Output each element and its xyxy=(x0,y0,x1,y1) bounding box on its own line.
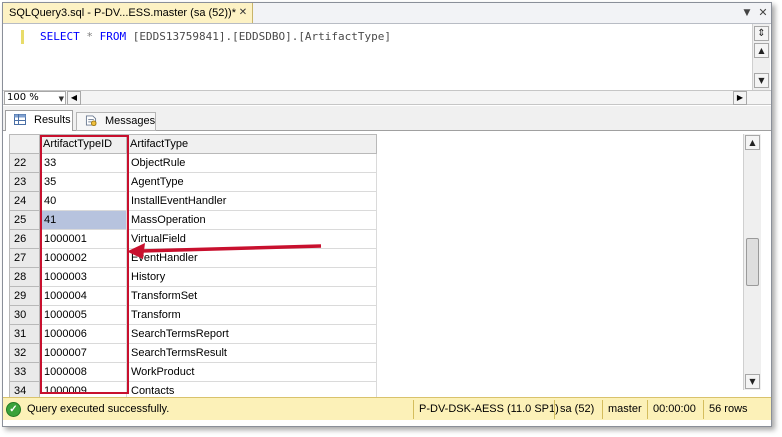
results-grid[interactable]: ArtifactTypeID ArtifactType 22 33 Object… xyxy=(3,131,771,401)
results-tab-strip: Results Messages xyxy=(3,106,771,131)
tab-results[interactable]: Results xyxy=(5,110,73,131)
query-window: SQLQuery3.sql - P-DV...ESS.master (sa (5… xyxy=(2,2,772,427)
divider xyxy=(602,400,603,419)
scroll-left-icon[interactable]: ◀ xyxy=(67,91,81,105)
zoom-select[interactable]: 100 % ▼ xyxy=(4,91,66,105)
sql-star: * xyxy=(86,30,93,43)
cell-artifacttype[interactable]: SearchTermsResult xyxy=(126,343,377,363)
document-tab-bar: SQLQuery3.sql - P-DV...ESS.master (sa (5… xyxy=(3,3,771,23)
messages-icon xyxy=(85,115,97,126)
table-row[interactable]: 25 41 MassOperation xyxy=(9,210,377,230)
row-number[interactable]: 32 xyxy=(9,343,40,363)
row-number[interactable]: 31 xyxy=(9,324,40,344)
cell-artifacttype[interactable]: WorkProduct xyxy=(126,362,377,382)
row-number[interactable]: 30 xyxy=(9,305,40,325)
sql-from-keyword: FROM xyxy=(99,30,127,43)
row-number[interactable]: 22 xyxy=(9,153,40,173)
column-header-artifacttypeid[interactable]: ArtifactTypeID xyxy=(39,134,127,154)
row-number[interactable]: 27 xyxy=(9,248,40,268)
table-row[interactable]: 28 1000003 History xyxy=(9,267,377,287)
success-icon: ✓ xyxy=(6,402,21,417)
cell-artifacttypeid[interactable]: 1000005 xyxy=(39,305,127,325)
tab-results-label: Results xyxy=(34,114,71,126)
status-server: P-DV-DSK-AESS (11.0 SP1) xyxy=(419,403,559,415)
zoom-bar: 100 % ▼ ◀ ▶ xyxy=(3,90,771,105)
close-icon[interactable]: ✕ xyxy=(237,6,249,19)
cell-artifacttype[interactable]: Transform xyxy=(126,305,377,325)
status-elapsed: 00:00:00 xyxy=(653,403,696,415)
query-tab-title: SQLQuery3.sql - P-DV...ESS.master (sa (5… xyxy=(9,7,236,19)
cell-artifacttypeid[interactable]: 1000004 xyxy=(39,286,127,306)
cell-artifacttypeid[interactable]: 33 xyxy=(39,153,127,173)
table-row[interactable]: 33 1000008 WorkProduct xyxy=(9,362,377,382)
row-number[interactable]: 28 xyxy=(9,267,40,287)
table-row[interactable]: 32 1000007 SearchTermsResult xyxy=(9,343,377,363)
sql-select-keyword: SELECT xyxy=(40,30,80,43)
scroll-thumb[interactable] xyxy=(746,238,759,286)
cell-artifacttypeid[interactable]: 1000007 xyxy=(39,343,127,363)
change-marker xyxy=(21,30,24,44)
status-row-count: 56 rows xyxy=(709,403,748,415)
row-number[interactable]: 33 xyxy=(9,362,40,382)
split-icon[interactable]: ⇕ xyxy=(754,26,769,41)
sql-text[interactable]: SELECT * FROM [EDDS13759841].[EDDSDBO].[… xyxy=(40,30,391,44)
tab-dropdown-icon[interactable]: ▼ xyxy=(741,7,753,19)
scroll-up-icon[interactable]: ▲ xyxy=(745,135,760,150)
table-row[interactable]: 23 35 AgentType xyxy=(9,172,377,192)
scroll-up-icon[interactable]: ▲ xyxy=(754,43,769,58)
cell-artifacttype[interactable]: SearchTermsReport xyxy=(126,324,377,344)
tab-messages[interactable]: Messages xyxy=(76,112,156,131)
editor-vertical-scrollbar[interactable]: ⇕ ▲ ▼ xyxy=(752,24,770,90)
results-table[interactable]: ArtifactTypeID ArtifactType 22 33 Object… xyxy=(9,134,377,401)
grid-icon xyxy=(14,114,26,125)
divider xyxy=(647,400,648,419)
table-row[interactable]: 22 33 ObjectRule xyxy=(9,153,377,173)
cell-artifacttype[interactable]: TransformSet xyxy=(126,286,377,306)
divider xyxy=(554,400,555,419)
scroll-down-icon[interactable]: ▼ xyxy=(745,374,760,389)
table-row[interactable]: 29 1000004 TransformSet xyxy=(9,286,377,306)
cell-artifacttypeid[interactable]: 40 xyxy=(39,191,127,211)
row-number-header[interactable] xyxy=(9,134,40,154)
scroll-down-icon[interactable]: ▼ xyxy=(754,73,769,88)
row-number[interactable]: 25 xyxy=(9,210,40,230)
row-number[interactable]: 29 xyxy=(9,286,40,306)
cell-artifacttypeid[interactable]: 1000002 xyxy=(39,248,127,268)
status-database: master xyxy=(608,403,642,415)
status-message: Query executed successfully. xyxy=(27,403,170,415)
cell-artifacttype[interactable]: AgentType xyxy=(126,172,377,192)
cell-artifacttypeid[interactable]: 35 xyxy=(39,172,127,192)
cell-artifacttype[interactable]: MassOperation xyxy=(126,210,377,230)
arrow-annotation xyxy=(127,243,322,259)
cell-artifacttypeid[interactable]: 1000001 xyxy=(39,229,127,249)
scroll-right-icon[interactable]: ▶ xyxy=(733,91,747,105)
sql-editor[interactable]: SELECT * FROM [EDDS13759841].[EDDSDBO].[… xyxy=(3,23,771,90)
row-number[interactable]: 23 xyxy=(9,172,40,192)
divider xyxy=(703,400,704,419)
table-row[interactable]: 31 1000006 SearchTermsReport xyxy=(9,324,377,344)
cell-artifacttypeid[interactable]: 1000006 xyxy=(39,324,127,344)
column-header-artifacttype[interactable]: ArtifactType xyxy=(126,134,377,154)
chevron-down-icon: ▼ xyxy=(58,95,64,103)
table-row[interactable]: 24 40 InstallEventHandler xyxy=(9,191,377,211)
zoom-value: 100 % xyxy=(7,92,39,103)
divider xyxy=(413,400,414,419)
row-number[interactable]: 24 xyxy=(9,191,40,211)
status-user: sa (52) xyxy=(560,403,595,415)
grid-header-row: ArtifactTypeID ArtifactType xyxy=(9,134,377,154)
sql-table-reference: [EDDS13759841].[EDDSDBO].[ArtifactType] xyxy=(132,30,392,43)
query-document-tab[interactable]: SQLQuery3.sql - P-DV...ESS.master (sa (5… xyxy=(3,3,253,23)
row-number[interactable]: 26 xyxy=(9,229,40,249)
cell-artifacttype[interactable]: History xyxy=(126,267,377,287)
grid-vertical-scrollbar[interactable]: ▲ ▼ xyxy=(743,134,761,390)
window-close-icon[interactable]: ✕ xyxy=(757,6,769,19)
status-bar: ✓ Query executed successfully. P-DV-DSK-… xyxy=(3,397,771,420)
table-row[interactable]: 30 1000005 Transform xyxy=(9,305,377,325)
cell-artifacttype[interactable]: ObjectRule xyxy=(126,153,377,173)
cell-artifacttypeid[interactable]: 1000008 xyxy=(39,362,127,382)
cell-artifacttypeid-selected[interactable]: 41 xyxy=(39,210,127,230)
tab-messages-label: Messages xyxy=(105,115,156,127)
cell-artifacttype[interactable]: InstallEventHandler xyxy=(126,191,377,211)
cell-artifacttypeid[interactable]: 1000003 xyxy=(39,267,127,287)
